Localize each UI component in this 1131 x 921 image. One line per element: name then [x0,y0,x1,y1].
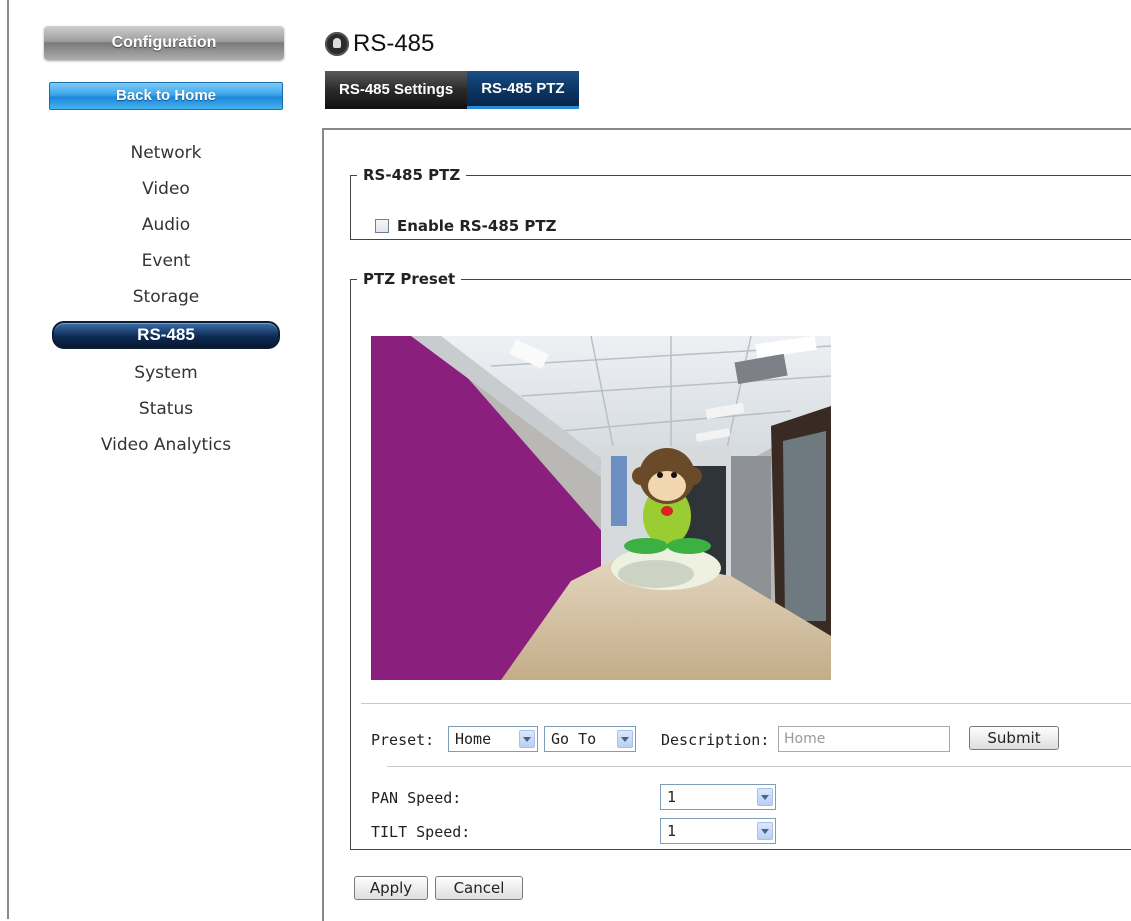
sidebar-item-audio[interactable]: Audio [46,213,286,249]
enable-ptz-checkbox[interactable] [375,219,389,233]
chevron-down-icon [617,730,633,748]
pan-speed-label: PAN Speed: [371,789,462,807]
separator-bottom [387,766,1131,767]
pan-speed-select[interactable]: 1 [660,784,776,810]
preset-label: Preset: [371,731,435,749]
sidebar-item-status[interactable]: Status [46,397,286,433]
back-to-home-button[interactable]: Back to Home [49,82,283,110]
preset-action-value: Go To [551,730,597,748]
settings-panel: RS-485 PTZ Enable RS-485 PTZ PTZ Preset [322,128,1131,921]
page-title-text: RS-485 [353,30,435,57]
page-title: RS-485 [325,28,434,60]
sidebar: Configuration Back to Home Network Video… [0,0,300,919]
camera-lens-icon [325,32,349,56]
apply-button[interactable]: Apply [354,876,428,900]
submit-button[interactable]: Submit [969,726,1059,750]
tab-rs485-ptz[interactable]: RS-485 PTZ [467,71,579,109]
sidebar-item-video-analytics[interactable]: Video Analytics [46,433,286,469]
ptz-preset-legend: PTZ Preset [363,270,456,288]
ptz-preset-group: PTZ Preset Preset: Home Go To Descriptio… [350,270,1131,850]
description-input[interactable]: Home [778,726,950,752]
sidebar-item-network[interactable]: Network [46,141,286,177]
camera-image [371,336,831,680]
preset-select-value: Home [455,730,492,748]
rs485-ptz-legend: RS-485 PTZ [363,166,461,184]
pan-speed-value: 1 [667,788,677,806]
tab-rs485-settings[interactable]: RS-485 Settings [325,71,468,109]
sidebar-nav: Network Video Audio Event Storage RS-485… [46,141,286,469]
preset-select[interactable]: Home [448,726,538,752]
sidebar-item-storage[interactable]: Storage [46,285,286,321]
description-placeholder: Home [784,731,826,747]
enable-ptz-row: Enable RS-485 PTZ [375,217,557,235]
sidebar-item-event[interactable]: Event [46,249,286,285]
separator-top [361,703,1131,704]
chevron-down-icon [519,730,535,748]
rs485-ptz-group: RS-485 PTZ Enable RS-485 PTZ [350,166,1131,240]
camera-live-view[interactable] [371,336,831,680]
sidebar-item-system[interactable]: System [46,361,286,397]
sidebar-item-rs485[interactable]: RS-485 [52,321,280,349]
sidebar-item-video[interactable]: Video [46,177,286,213]
cancel-button[interactable]: Cancel [435,876,523,900]
tilt-speed-select[interactable]: 1 [660,818,776,844]
tilt-speed-label: TILT Speed: [371,823,471,841]
configuration-button[interactable]: Configuration [44,26,284,60]
chevron-down-icon [757,822,773,840]
enable-ptz-label[interactable]: Enable RS-485 PTZ [397,217,557,235]
preset-action-select[interactable]: Go To [544,726,636,752]
tab-bar: RS-485 Settings RS-485 PTZ [325,71,579,109]
chevron-down-icon [757,788,773,806]
tilt-speed-value: 1 [667,822,677,840]
description-label: Description: [661,731,770,749]
